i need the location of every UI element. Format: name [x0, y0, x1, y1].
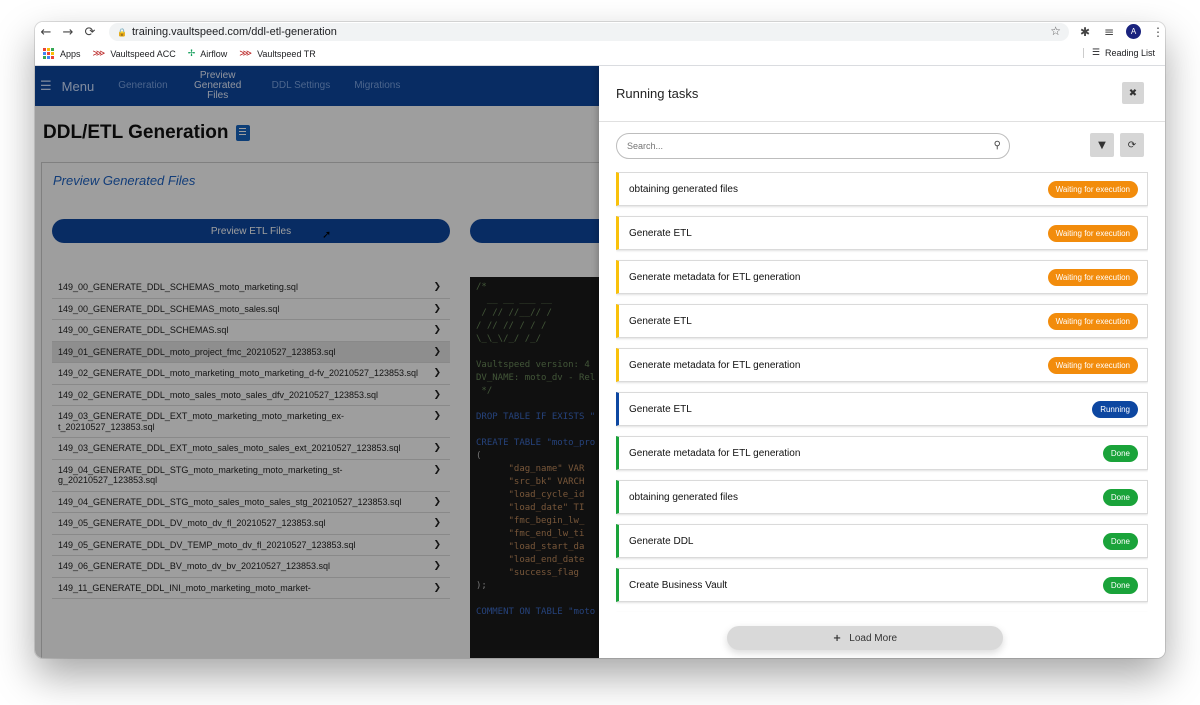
reload-icon[interactable]: ⟳	[79, 25, 101, 40]
status-badge: Done	[1102, 533, 1138, 550]
task-item[interactable]: obtaining generated files Done	[616, 480, 1148, 514]
apps-grid-icon	[43, 48, 54, 59]
browser-window: ← → ⟳ 🔒 training.vaultspeed.com/ddl-etl-…	[35, 22, 1165, 658]
filter-icon: ▼	[1098, 139, 1106, 151]
filter-button[interactable]: ▼	[1090, 133, 1114, 157]
lock-icon: 🔒	[117, 27, 127, 37]
status-badge: Waiting for execution	[1047, 357, 1138, 374]
running-tasks-drawer: Running tasks ✖ ⚲ ▼ ⟳ obtaining generate…	[599, 66, 1165, 658]
star-icon[interactable]: ☆	[1050, 24, 1061, 38]
forward-icon[interactable]: →	[57, 25, 79, 40]
status-badge: Done	[1102, 445, 1138, 462]
load-more-label: Load More	[849, 632, 898, 644]
bookmark-label: Vaultspeed ACC	[110, 48, 176, 59]
airflow-logo-icon: ✢	[187, 48, 196, 59]
bookmark-vaultspeed-acc[interactable]: ⋙ Vaultspeed ACC	[93, 49, 176, 59]
kebab-menu-icon[interactable]: ⋮	[1151, 25, 1165, 39]
task-item[interactable]: Generate ETL Running	[616, 392, 1148, 426]
status-badge: Waiting for execution	[1047, 225, 1138, 242]
task-name: Generate ETL	[629, 227, 692, 239]
url-text: training.vaultspeed.com/ddl-etl-generati…	[132, 26, 337, 38]
task-name: obtaining generated files	[629, 183, 738, 195]
avatar[interactable]: A	[1126, 24, 1141, 39]
close-button[interactable]: ✖	[1122, 82, 1144, 104]
task-name: obtaining generated files	[629, 491, 738, 503]
task-item[interactable]: Generate metadata for ETL generation Wait…	[616, 348, 1148, 382]
bookmark-label: Airflow	[200, 48, 228, 59]
refresh-button[interactable]: ⟳	[1120, 133, 1144, 157]
reading-list-label: Reading List	[1104, 48, 1155, 58]
bookmark-label: Apps	[60, 48, 81, 59]
reading-list-icon: ☰	[1091, 48, 1100, 58]
extension-icons: ✱ ≡ A ⋮	[1078, 24, 1165, 39]
task-item[interactable]: obtaining generated files Waiting for exe…	[616, 172, 1148, 206]
task-item[interactable]: Generate ETL Waiting for execution	[616, 216, 1148, 250]
bookmark-apps[interactable]: Apps	[43, 48, 81, 59]
bookmarks-bar: Apps ⋙ Vaultspeed ACC ✢ Airflow ⋙ Vaults…	[35, 42, 1165, 66]
status-badge: Done	[1102, 489, 1138, 506]
status-badge: Waiting for execution	[1047, 269, 1138, 286]
status-badge: Running	[1092, 401, 1138, 418]
task-name: Generate ETL	[629, 403, 692, 415]
url-bar[interactable]: 🔒 training.vaultspeed.com/ddl-etl-genera…	[109, 23, 1069, 41]
drawer-title: Running tasks	[616, 86, 699, 101]
load-more-button[interactable]: + Load More	[727, 626, 1003, 650]
refresh-icon: ⟳	[1127, 139, 1137, 151]
status-badge: Waiting for execution	[1047, 181, 1138, 198]
task-name: Generate metadata for ETL generation	[629, 447, 801, 459]
vaultspeed-logo-icon: ⋙	[92, 48, 106, 59]
modal-overlay[interactable]	[35, 66, 599, 658]
app: ☰ Menu Generation Preview Generated File…	[35, 66, 1165, 658]
drawer-header: Running tasks ✖	[599, 66, 1165, 122]
reading-list[interactable]: ☰ Reading List	[1082, 48, 1155, 58]
bookmark-vaultspeed-tr[interactable]: ⋙ Vaultspeed TR	[239, 49, 316, 59]
task-name: Generate metadata for ETL generation	[629, 271, 801, 283]
status-badge: Done	[1102, 577, 1138, 594]
task-item[interactable]: Generate ETL Waiting for execution	[616, 304, 1148, 338]
task-list: obtaining generated files Waiting for exe…	[616, 172, 1148, 612]
status-badge: Waiting for execution	[1047, 313, 1138, 330]
search-input[interactable]	[627, 141, 977, 151]
bookmark-airflow[interactable]: ✢ Airflow	[188, 49, 228, 59]
task-name: Generate metadata for ETL generation	[629, 359, 801, 371]
vaultspeed-logo-icon: ⋙	[239, 48, 253, 59]
back-icon[interactable]: ←	[35, 25, 57, 40]
search-field[interactable]: ⚲	[616, 133, 1010, 159]
task-item[interactable]: Create Business Vault Done	[616, 568, 1148, 602]
task-name: Generate ETL	[629, 315, 692, 327]
puzzle-icon[interactable]: ✱	[1078, 25, 1092, 39]
task-item[interactable]: Generate DDL Done	[616, 524, 1148, 558]
close-icon: ✖	[1128, 87, 1138, 99]
task-item[interactable]: Generate metadata for ETL generation Done	[616, 436, 1148, 470]
plus-icon: +	[832, 632, 842, 644]
task-name: Generate DDL	[629, 535, 694, 547]
address-row: ← → ⟳ 🔒 training.vaultspeed.com/ddl-etl-…	[35, 22, 1165, 42]
media-icon[interactable]: ≡	[1102, 25, 1116, 39]
task-item[interactable]: Generate metadata for ETL generation Wait…	[616, 260, 1148, 294]
bookmark-label: Vaultspeed TR	[257, 48, 316, 59]
task-name: Create Business Vault	[629, 579, 728, 591]
search-icon[interactable]: ⚲	[994, 140, 1001, 151]
